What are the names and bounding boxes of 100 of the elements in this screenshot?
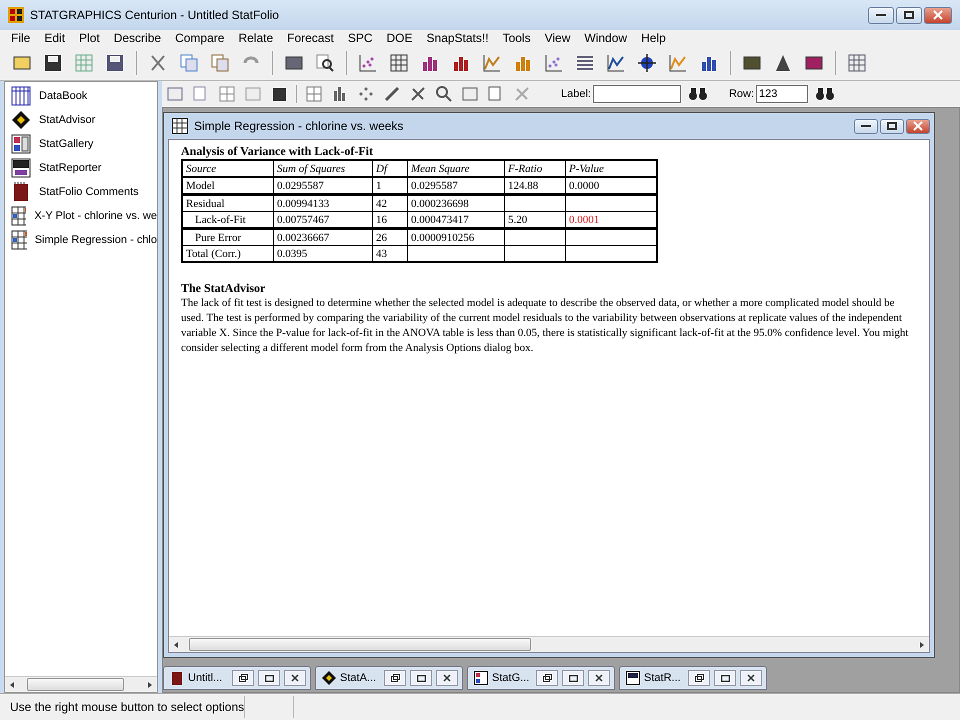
- window-icon[interactable]: [166, 85, 184, 103]
- menu-item[interactable]: DOE: [380, 30, 420, 46]
- column-header: Sum of Squares: [274, 160, 372, 177]
- notepad-icon[interactable]: [11, 182, 31, 202]
- advisor-heading: The StatAdvisor: [181, 281, 266, 296]
- tab-label: StatR...: [644, 672, 682, 684]
- binoculars-icon[interactable]: [688, 87, 707, 101]
- restore-button[interactable]: [384, 670, 406, 686]
- grid-icon[interactable]: [11, 86, 31, 106]
- sidebar-item[interactable]: DataBook: [39, 90, 88, 102]
- table-cell: 16: [372, 212, 408, 228]
- maximize-button[interactable]: [714, 670, 736, 686]
- close-icon: [747, 674, 755, 682]
- horizontal-scrollbar[interactable]: [5, 676, 157, 692]
- minimized-window-tab[interactable]: StatR...: [619, 666, 767, 690]
- close-icon: [933, 10, 943, 20]
- restore-icon: [238, 674, 248, 682]
- document-icon[interactable]: [11, 158, 31, 178]
- maximize-button[interactable]: [410, 670, 432, 686]
- diamond-icon[interactable]: [11, 110, 31, 130]
- document-icon: [626, 671, 640, 685]
- menu-item[interactable]: View: [538, 30, 578, 46]
- menu-item[interactable]: Forecast: [280, 30, 341, 46]
- scatter-plot-icon[interactable]: [544, 53, 564, 73]
- menu-item[interactable]: Compare: [168, 30, 232, 46]
- document-title: Simple Regression - chlorine vs. weeks: [194, 119, 404, 133]
- maximize-icon: [904, 11, 914, 19]
- minimized-window-tab[interactable]: StatA...: [315, 666, 463, 690]
- menu-item[interactable]: Window: [577, 30, 634, 46]
- close-button[interactable]: [906, 118, 930, 134]
- table-cell: 1: [372, 177, 408, 194]
- minimize-icon: [876, 13, 886, 17]
- tab-label: StatA...: [340, 672, 378, 684]
- menu-item[interactable]: Plot: [72, 30, 107, 46]
- column-header: F-Ratio: [504, 160, 566, 177]
- table-cell: 0.000236698: [408, 194, 504, 212]
- column-header: Mean Square: [408, 160, 504, 177]
- zoom-icon[interactable]: [435, 85, 453, 103]
- row-field[interactable]: 123: [756, 85, 808, 103]
- close-button[interactable]: [924, 6, 952, 24]
- table-cell: 0.0395: [274, 246, 372, 262]
- column-header: Source: [182, 160, 274, 177]
- magnifier-icon[interactable]: [315, 53, 335, 73]
- maximize-button[interactable]: [258, 670, 280, 686]
- table-cell: 0.0295587: [408, 177, 504, 194]
- close-button[interactable]: [588, 670, 610, 686]
- maximize-icon: [568, 674, 578, 682]
- close-button[interactable]: [740, 670, 762, 686]
- table-cell: Total (Corr.): [182, 246, 274, 262]
- minimized-window-tab[interactable]: Untitl...: [163, 666, 311, 690]
- document-icon[interactable]: [11, 206, 26, 226]
- horizontal-scrollbar[interactable]: [169, 636, 929, 652]
- sidebar-item[interactable]: Simple Regression - chlo: [34, 234, 157, 246]
- table-cell: 0.0001: [566, 212, 657, 228]
- close-icon: [595, 674, 603, 682]
- table-cell: 0.0295587: [274, 177, 372, 194]
- restore-button[interactable]: [232, 670, 254, 686]
- sidebar-item[interactable]: StatReporter: [39, 162, 102, 174]
- table-cell: 0.00994133: [274, 194, 372, 212]
- restore-button[interactable]: [688, 670, 710, 686]
- menu-item[interactable]: SnapStats!!: [420, 30, 496, 46]
- menu-item[interactable]: Describe: [106, 30, 168, 46]
- table-cell: 42: [372, 194, 408, 212]
- restore-button[interactable]: [536, 670, 558, 686]
- app-logo-icon: [8, 7, 24, 23]
- sidebar-item[interactable]: X-Y Plot - chlorine vs. we: [34, 210, 157, 222]
- binoculars-icon[interactable]: [816, 87, 834, 101]
- points-icon[interactable]: [357, 85, 375, 103]
- menu-item[interactable]: Help: [634, 30, 673, 46]
- crosshair-icon[interactable]: [637, 53, 657, 73]
- close-button[interactable]: [436, 670, 458, 686]
- menu-item[interactable]: File: [4, 30, 38, 46]
- line-chart-icon[interactable]: [482, 53, 502, 73]
- table-cell: 0.000473417: [408, 212, 504, 228]
- minimize-button[interactable]: [868, 6, 894, 24]
- maximize-button[interactable]: [880, 118, 904, 134]
- restore-icon: [542, 674, 552, 682]
- copy-icon[interactable]: [179, 53, 199, 73]
- document-icon[interactable]: [11, 230, 27, 250]
- maximize-button[interactable]: [896, 6, 922, 24]
- minimize-button[interactable]: [854, 118, 878, 134]
- sidebar-item[interactable]: StatAdvisor: [39, 114, 96, 126]
- maximize-button[interactable]: [562, 670, 584, 686]
- document-icon[interactable]: [11, 134, 31, 154]
- grid-table-icon[interactable]: [389, 53, 409, 73]
- menu-item[interactable]: Edit: [37, 30, 72, 46]
- notepad-icon: [170, 671, 184, 685]
- tab-label: Untitl...: [188, 672, 224, 684]
- minimized-window-tab[interactable]: StatG...: [467, 666, 615, 690]
- table-cell: Model: [182, 177, 274, 194]
- sidebar-item[interactable]: StatFolio Comments: [39, 186, 139, 198]
- advisor-paragraph: The lack of fit test is designed to determine whether the selected model is adequate to describe the observed data, or whether a more complicated model should be used. The test is performed by comparing the variability of the current model residuals to the variability between observations at replicate values of the independent variable X. Since the P-value for lack-of-fit in the ANOVA table is less than 0.05, there is statistically significant lack-of-fit at the 95.0% confidence level. You might consider selecting a different model form from the Analysis Options dialog box.: [181, 296, 910, 356]
- label-field[interactable]: [592, 85, 681, 103]
- menu-item[interactable]: SPC: [340, 30, 380, 46]
- sidebar-item[interactable]: StatGallery: [39, 138, 94, 150]
- menu-item[interactable]: Relate: [231, 30, 280, 46]
- close-button[interactable]: [284, 670, 306, 686]
- scatter-plot-icon[interactable]: [358, 53, 378, 73]
- columns-icon[interactable]: [218, 85, 236, 103]
- menu-item[interactable]: Tools: [496, 30, 538, 46]
